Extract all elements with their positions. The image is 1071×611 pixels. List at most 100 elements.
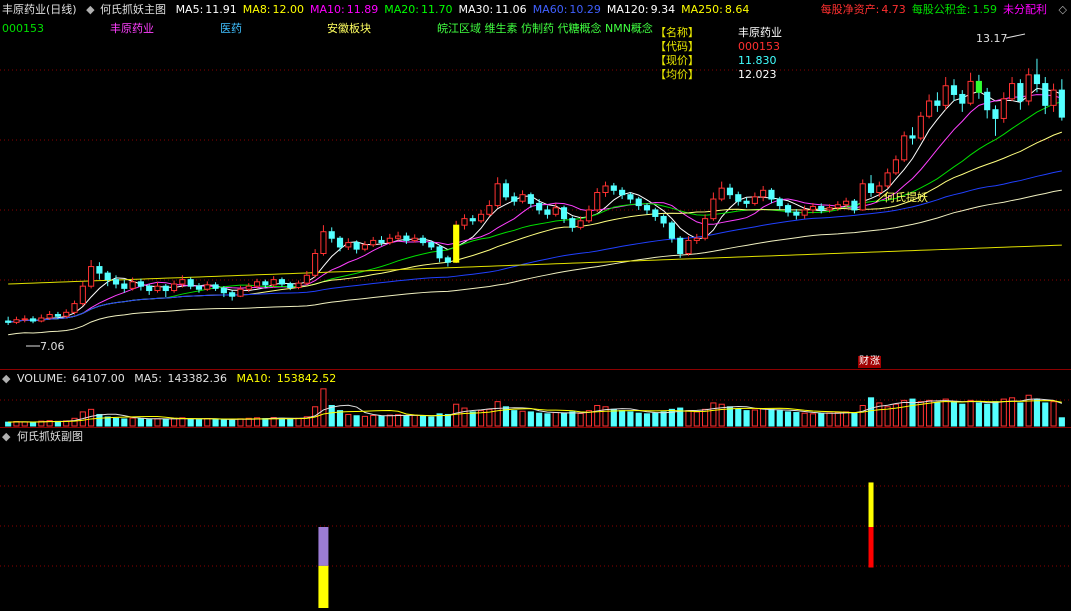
candle-body <box>1050 89 1057 106</box>
candle-body <box>21 318 28 321</box>
more-indicator-icon[interactable]: ◇ <box>1059 3 1067 16</box>
candle-body <box>54 314 62 317</box>
sub-chart-grid <box>0 485 1071 567</box>
candle-body <box>751 196 758 204</box>
volume-bar <box>378 415 385 427</box>
ma-legend-item: MA5: <box>175 3 204 16</box>
volume-bar <box>229 419 236 427</box>
ma-legend-value: 8.64 <box>724 3 750 16</box>
volume-bar <box>519 410 526 427</box>
volume-value: 64107.00 <box>72 372 125 385</box>
candle-body <box>876 185 883 193</box>
candle-body <box>237 288 244 297</box>
volume-bar <box>361 415 368 427</box>
industry-label[interactable]: 医药 <box>220 22 242 36</box>
volume-bar <box>577 412 584 427</box>
volume-bar <box>984 403 991 427</box>
candle-body <box>851 200 858 211</box>
candle-body <box>112 279 120 285</box>
candle-body <box>536 202 543 211</box>
volume-bar <box>635 412 642 427</box>
candle-body <box>403 235 410 241</box>
candle-body <box>867 183 875 194</box>
candle-body <box>1058 89 1065 118</box>
ma-legend-item: MA30: <box>458 3 494 16</box>
candle-body <box>162 285 169 292</box>
volume-bar <box>784 411 792 427</box>
candle-body <box>378 239 385 244</box>
volume-bar <box>536 412 543 427</box>
volume-bar <box>220 419 227 427</box>
candle-body <box>585 209 593 222</box>
volume-bar <box>851 412 858 427</box>
volume-bar <box>262 418 269 427</box>
info-key: 【名称】 <box>655 26 699 39</box>
volume-bar <box>171 417 178 427</box>
sub-chart-collapse-icon[interactable]: ◆ <box>2 430 10 443</box>
volume-bar <box>1033 398 1041 427</box>
fundamentals-values: 每股净资产: 4.73 每股公积金: 1.59 未分配利 <box>821 3 1049 16</box>
candle-body <box>809 205 817 211</box>
volume-bar <box>121 418 128 427</box>
candle-body <box>527 194 534 204</box>
chart-canvas[interactable] <box>0 0 1071 611</box>
signal-bar-bottom <box>318 565 329 608</box>
volume-bar <box>146 419 153 427</box>
panel-divider-volume[interactable] <box>0 369 1071 370</box>
volume-bar <box>1058 417 1065 427</box>
price-annotations <box>26 33 1026 347</box>
info-key: 【代码】 <box>655 40 699 53</box>
volume-bar <box>278 417 286 427</box>
low-price-label: 7.06 <box>40 340 65 353</box>
sub-chart-title[interactable]: 何氏抓妖副图 <box>17 430 83 443</box>
candle-body <box>735 194 742 202</box>
volume-bar <box>560 412 568 427</box>
volume-bars[interactable] <box>5 388 1065 427</box>
limit-up-badge[interactable]: 涨 <box>869 356 881 368</box>
candle-body <box>635 198 642 207</box>
candle-body <box>502 183 510 198</box>
concept-tags[interactable]: 皖江区域 维生素 仿制药 代糖概念 NMN概念 <box>437 22 653 36</box>
sub-chart-signal-bars[interactable] <box>318 482 874 608</box>
candle-body <box>992 109 999 119</box>
volume-bar <box>461 407 468 427</box>
volume-bar <box>693 411 700 427</box>
high-pointer <box>1005 33 1026 39</box>
candle-body <box>453 224 460 263</box>
candle-body <box>984 91 991 111</box>
candle-body <box>892 159 899 174</box>
indicator-name[interactable]: 何氏抓妖主图 <box>100 3 166 16</box>
candle-body <box>668 222 675 239</box>
volume-bar <box>760 408 767 427</box>
candle-body <box>229 292 236 297</box>
candle-body <box>245 285 252 290</box>
candle-body <box>79 285 86 305</box>
candle-body <box>685 239 692 255</box>
volume-collapse-icon[interactable]: ◆ <box>2 372 10 385</box>
fundamental-label: 每股公积金: <box>911 3 971 16</box>
candle-body <box>278 279 286 285</box>
candle-body <box>934 100 941 106</box>
volume-bar <box>21 421 28 427</box>
info-value: 12.023 <box>738 68 777 81</box>
candle-body <box>486 205 493 215</box>
info-key: 【现价】 <box>655 54 699 67</box>
collapse-toggle-icon[interactable]: ◆ <box>86 3 94 16</box>
volume-bar <box>187 418 194 427</box>
volume-bar <box>552 412 559 427</box>
volume-bar <box>287 418 294 427</box>
candle-body <box>195 285 203 290</box>
candle-body <box>718 187 725 200</box>
volume-ma5-label: MA5: <box>134 372 162 385</box>
volume-bar <box>710 402 717 427</box>
candle-body <box>295 282 302 288</box>
high-price-label: 13.17 <box>976 32 1008 45</box>
candle-body <box>768 189 775 200</box>
candle-body <box>270 279 277 286</box>
panel-divider-sub[interactable] <box>0 427 1071 428</box>
stock-title[interactable]: 丰原药业(日线) <box>2 3 77 16</box>
volume-bar <box>826 412 833 427</box>
fundamental-label: 每股净资产: <box>820 3 880 16</box>
region-label[interactable]: 安徽板块 <box>327 22 371 36</box>
volume-bar <box>5 421 12 427</box>
